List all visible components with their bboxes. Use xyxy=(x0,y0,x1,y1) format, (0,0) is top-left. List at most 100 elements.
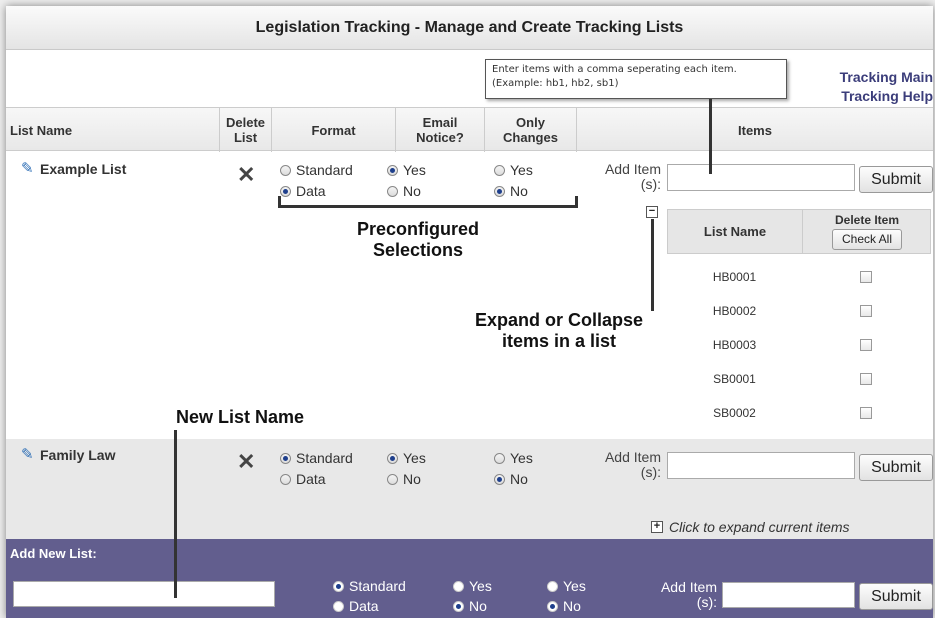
email-yes-option[interactable]: Yes xyxy=(387,162,426,178)
items-tooltip: Enter items with a comma seperating each… xyxy=(485,59,787,99)
items-table-row: SB0001 xyxy=(667,362,931,396)
header-only-line1: Only xyxy=(516,115,545,130)
callout-preconfigured-line1: Preconfigured xyxy=(356,219,480,239)
new-list-name-input[interactable] xyxy=(13,581,275,607)
items-table-row: HB0001 xyxy=(667,260,931,294)
submit-button[interactable]: Submit xyxy=(859,583,933,610)
no-label: No xyxy=(403,471,421,487)
add-item-input[interactable] xyxy=(722,582,855,608)
format-data-option[interactable]: Data xyxy=(280,471,326,487)
header-only-line2: Changes xyxy=(503,130,558,145)
check-all-button[interactable]: Check All xyxy=(832,229,902,250)
add-item-line2: (s): xyxy=(640,176,661,192)
no-label: No xyxy=(563,598,581,614)
items-table-row: HB0002 xyxy=(667,294,931,328)
radio-icon xyxy=(494,453,505,464)
format-standard-option[interactable]: Standard xyxy=(333,578,406,594)
add-item-input[interactable] xyxy=(667,164,855,191)
item-name: HB0002 xyxy=(712,304,757,318)
items-table-row: SB0002 xyxy=(667,396,931,430)
callout-expand-line2: items in a list xyxy=(501,331,617,351)
delete-item-checkbox[interactable] xyxy=(860,373,872,385)
add-new-list-label: Add New List: xyxy=(10,546,97,561)
add-item-label: Add Item (s): xyxy=(601,162,661,192)
email-yes-option[interactable]: Yes xyxy=(387,450,426,466)
add-item-line2: (s): xyxy=(696,594,717,610)
radio-icon xyxy=(453,581,464,592)
list-name-family-law[interactable]: Family Law xyxy=(40,447,115,463)
format-standard-option[interactable]: Standard xyxy=(280,450,353,466)
yes-label: Yes xyxy=(469,578,492,594)
callout-preconfigured: Preconfigured Selections xyxy=(336,219,500,261)
email-yes-option[interactable]: Yes xyxy=(453,578,492,594)
callout-line-expand xyxy=(651,219,654,311)
radio-selected-icon xyxy=(453,601,464,612)
radio-selected-icon xyxy=(280,453,291,464)
delete-item-checkbox[interactable] xyxy=(860,407,872,419)
add-item-line1: Add Item xyxy=(604,449,661,465)
header-delete-list-line1: Delete xyxy=(225,115,266,130)
yes-label: Yes xyxy=(403,162,426,178)
edit-pencil-icon[interactable]: ✎ xyxy=(21,159,34,177)
only-yes-option[interactable]: Yes xyxy=(547,578,586,594)
radio-icon xyxy=(280,165,291,176)
header-only-changes: Only Changes xyxy=(485,108,577,152)
only-no-option[interactable]: No xyxy=(547,598,581,614)
delete-item-checkbox[interactable] xyxy=(860,305,872,317)
items-table-header: List Name Delete Item Check All xyxy=(667,209,931,254)
no-label: No xyxy=(510,471,528,487)
header-items: Items xyxy=(738,122,772,138)
format-standard-option[interactable]: Standard xyxy=(280,162,353,178)
callout-line-new-list xyxy=(174,430,177,598)
callout-expand-collapse: Expand or Collapse items in a list xyxy=(451,310,667,352)
table-header: List Name Delete List Format Email Notic… xyxy=(6,107,933,152)
radio-selected-icon xyxy=(547,601,558,612)
item-name: HB0003 xyxy=(712,338,757,352)
email-no-option[interactable]: No xyxy=(453,598,487,614)
radio-icon xyxy=(494,165,505,176)
submit-button[interactable]: Submit xyxy=(859,166,933,193)
expand-hint: Click to expand current items xyxy=(669,519,850,535)
only-no-option[interactable]: No xyxy=(494,471,528,487)
add-item-label: Add Item (s): xyxy=(657,580,717,610)
radio-selected-icon xyxy=(333,581,344,592)
add-new-list-band: Add New List: Standard Data Yes No Yes N… xyxy=(6,539,933,618)
tracking-help-link[interactable]: Tracking Help xyxy=(840,87,933,106)
items-table-row: HB0003 xyxy=(667,328,931,362)
header-format: Format xyxy=(272,108,396,152)
standard-label: Standard xyxy=(296,450,353,466)
tracking-window: Legislation Tracking - Manage and Create… xyxy=(6,6,933,618)
delete-list-icon[interactable]: ✕ xyxy=(237,162,255,188)
radio-icon xyxy=(387,474,398,485)
only-yes-option[interactable]: Yes xyxy=(494,450,533,466)
add-item-input[interactable] xyxy=(667,452,855,479)
list-name-example[interactable]: Example List xyxy=(40,161,126,177)
delete-item-cell xyxy=(803,260,929,294)
radio-icon xyxy=(547,581,558,592)
data-label: Data xyxy=(349,598,379,614)
radio-icon xyxy=(333,601,344,612)
standard-label: Standard xyxy=(349,578,406,594)
delete-item-cell xyxy=(803,328,929,362)
delete-item-cell xyxy=(803,362,929,396)
expand-icon[interactable]: + xyxy=(651,521,663,533)
email-no-option[interactable]: No xyxy=(387,471,421,487)
item-name: SB0002 xyxy=(713,406,756,420)
edit-pencil-icon[interactable]: ✎ xyxy=(21,445,34,463)
only-yes-option[interactable]: Yes xyxy=(494,162,533,178)
delete-list-icon[interactable]: ✕ xyxy=(237,449,255,475)
callout-expand-line1: Expand or Collapse xyxy=(474,310,644,330)
collapse-icon[interactable]: − xyxy=(646,206,658,218)
radio-icon xyxy=(280,474,291,485)
callout-preconfigured-line2: Selections xyxy=(372,240,464,260)
delete-item-checkbox[interactable] xyxy=(860,339,872,351)
add-item-line1: Add Item xyxy=(660,579,717,595)
callout-new-list-name: New List Name xyxy=(175,407,305,427)
add-item-line2: (s): xyxy=(640,464,661,480)
header-email-line1: Email xyxy=(422,115,458,130)
format-data-option[interactable]: Data xyxy=(333,598,379,614)
tracking-main-link[interactable]: Tracking Main xyxy=(840,68,933,87)
delete-item-checkbox[interactable] xyxy=(860,271,872,283)
standard-label: Standard xyxy=(296,162,353,178)
submit-button[interactable]: Submit xyxy=(859,454,933,481)
